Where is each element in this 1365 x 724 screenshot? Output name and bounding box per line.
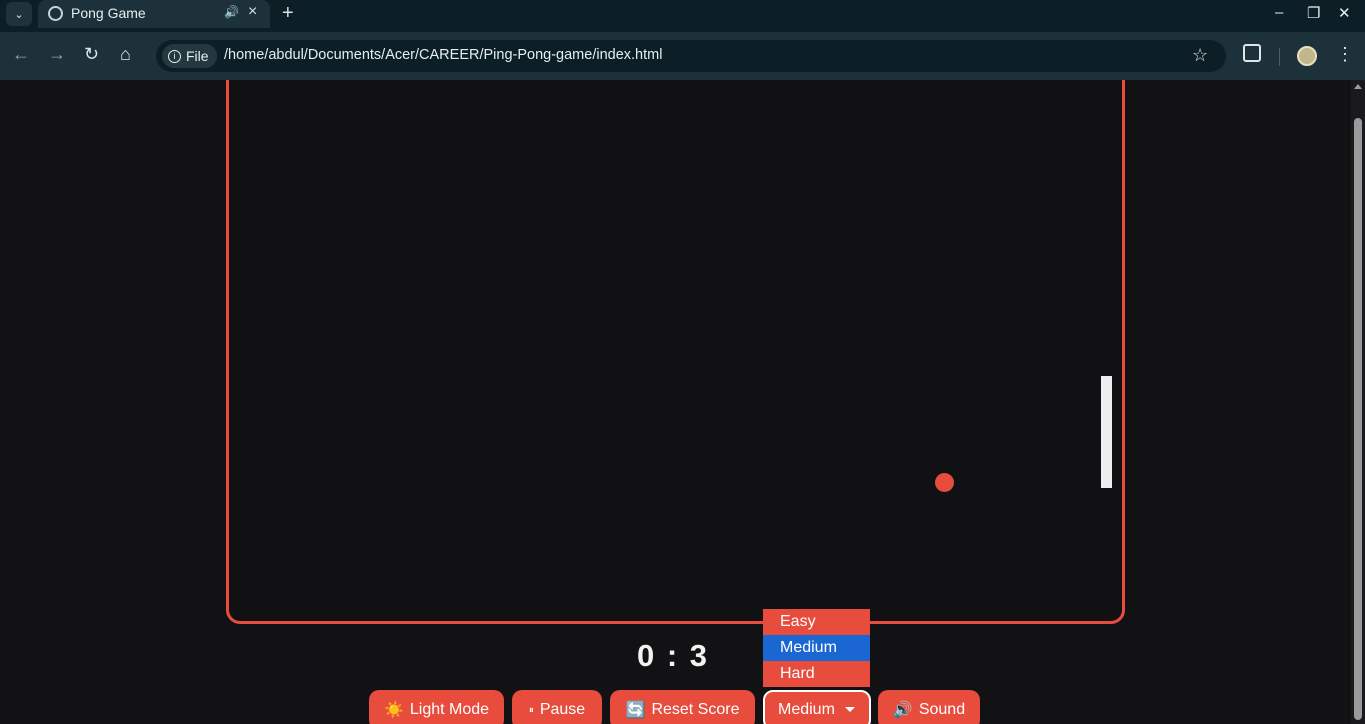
light-mode-label: Light Mode: [409, 701, 490, 718]
address-bar[interactable]: i File /home/abdul/Documents/Acer/CAREER…: [156, 40, 1226, 72]
reset-score-label: Reset Score: [651, 701, 740, 718]
tab-title: Pong Game: [71, 5, 146, 21]
new-tab-button[interactable]: +: [282, 2, 294, 25]
difficulty-option-hard[interactable]: Hard: [763, 661, 870, 687]
difficulty-option-medium[interactable]: Medium: [763, 635, 870, 661]
forward-icon[interactable]: →: [48, 44, 66, 65]
scoreboard: 0 : 3: [600, 638, 746, 674]
difficulty-option-easy[interactable]: Easy: [763, 609, 870, 635]
bookmark-star-icon[interactable]: ☆: [1192, 45, 1208, 66]
ball: [935, 473, 954, 492]
right-paddle: [1101, 376, 1112, 488]
profile-avatar[interactable]: [1297, 46, 1317, 66]
restore-button[interactable]: ❐: [1307, 4, 1320, 22]
pause-label: Pause: [539, 701, 586, 718]
score-separator: :: [666, 638, 680, 673]
browser-toolbar: ← → ↻ ⌂ i File /home/abdul/Documents/Ace…: [0, 32, 1365, 80]
pause-icon: ⏸: [528, 704, 534, 716]
scroll-up-arrow-icon[interactable]: [1354, 84, 1362, 89]
reload-icon[interactable]: ↻: [84, 44, 99, 65]
extensions-icon[interactable]: [1243, 44, 1261, 62]
minimize-button[interactable]: –: [1275, 4, 1283, 21]
reset-score-button[interactable]: 🔄 Reset Score: [610, 690, 755, 724]
home-icon[interactable]: ⌂: [120, 44, 131, 65]
speaker-icon[interactable]: 🔊: [224, 5, 239, 19]
game-canvas[interactable]: [226, 80, 1125, 624]
toolbar-divider: [1279, 48, 1280, 66]
score-right: 3: [689, 638, 710, 673]
site-info-chip[interactable]: i File: [162, 44, 217, 68]
menu-kebab-icon[interactable]: ⋮: [1336, 44, 1354, 65]
sound-label: Sound: [918, 701, 966, 718]
refresh-icon: 🔄: [625, 702, 646, 719]
page-viewport: 0 : 3 ☀️ Light Mode ⏸ Pause 🔄 Reset Scor…: [0, 80, 1351, 724]
light-mode-button[interactable]: ☀️ Light Mode: [369, 690, 504, 724]
score-left: 0: [636, 638, 657, 673]
sound-button[interactable]: 🔊 Sound: [878, 690, 980, 724]
url-text[interactable]: /home/abdul/Documents/Acer/CAREER/Ping-P…: [224, 47, 662, 63]
speaker-icon: 🔊: [892, 702, 913, 719]
sun-icon: ☀️: [383, 702, 404, 719]
browser-tab[interactable]: Pong Game 🔊 ×: [38, 0, 270, 28]
globe-icon: [48, 6, 63, 21]
difficulty-selected-value: Medium: [778, 701, 835, 718]
pause-button[interactable]: ⏸ Pause: [512, 690, 602, 724]
back-icon[interactable]: ←: [12, 44, 30, 65]
difficulty-select[interactable]: Medium: [763, 690, 871, 724]
scroll-thumb[interactable]: [1354, 118, 1362, 720]
info-icon: i: [168, 49, 181, 63]
chevron-down-icon: [845, 707, 855, 712]
tab-search-button[interactable]: ⌄: [6, 2, 32, 26]
close-window-button[interactable]: ✕: [1338, 4, 1351, 22]
page-scrollbar[interactable]: [1351, 80, 1365, 724]
browser-tab-bar: ⌄ Pong Game 🔊 × + – ❐ ✕: [0, 0, 1365, 32]
close-tab-icon[interactable]: ×: [248, 3, 257, 21]
difficulty-dropdown-list: Easy Medium Hard: [763, 609, 870, 687]
site-info-label: File: [186, 48, 209, 64]
